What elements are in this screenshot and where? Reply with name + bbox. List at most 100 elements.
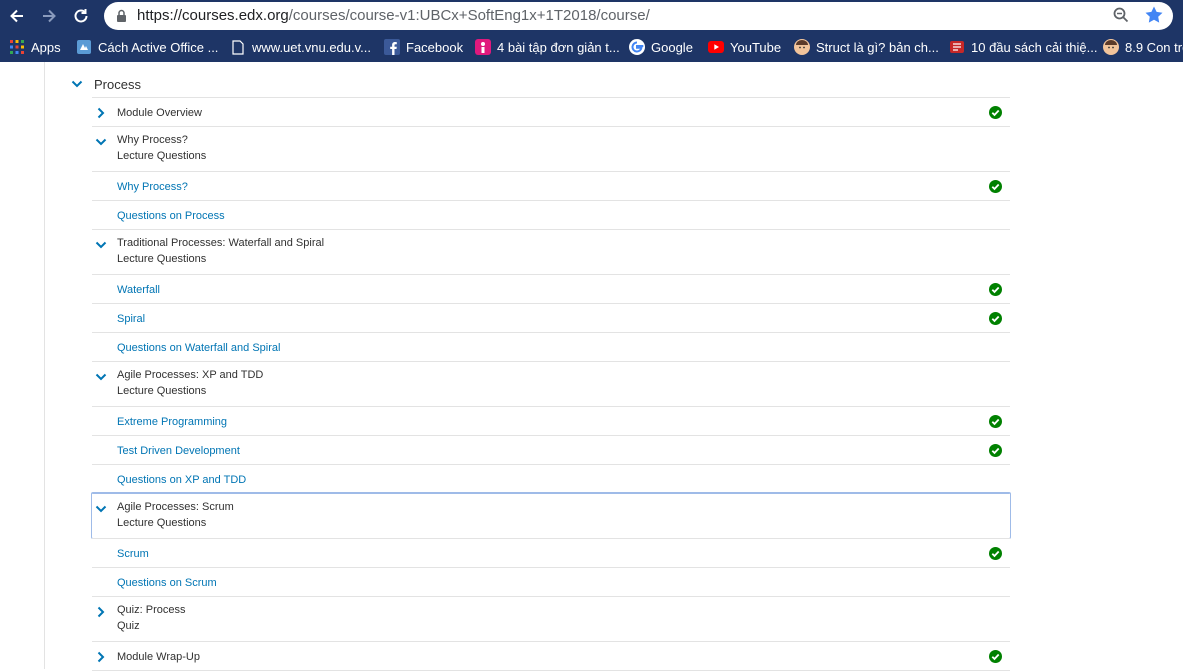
section-title: Process <box>94 76 141 92</box>
outline-lesson-link[interactable]: Questions on Waterfall and Spiral <box>92 332 1010 361</box>
lesson-title: Scrum <box>117 548 149 560</box>
bookmark-label: Google <box>651 39 693 55</box>
book-icon <box>949 39 965 55</box>
check-circle-icon <box>989 283 1002 296</box>
outline-subsection[interactable]: Agile Processes: XP and TDD Lecture Quest… <box>92 361 1010 406</box>
lesson-title: Questions on Scrum <box>117 577 217 589</box>
bookmark-label: www.uet.vnu.edu.v... <box>252 39 371 55</box>
bookmark-10-dau-sach[interactable]: 10 đầu sách cải thiệ... <box>949 39 1097 55</box>
subsection-subtitle: Lecture Questions <box>117 150 207 162</box>
bookmark-label: Struct là gì? bản ch... <box>816 39 939 55</box>
content-border <box>44 62 45 669</box>
page-icon <box>230 39 246 55</box>
chevron-right-icon <box>94 605 108 619</box>
chevron-down-icon <box>94 135 108 149</box>
bookmark-youtube[interactable]: YouTube <box>708 39 781 55</box>
lesson-title: Waterfall <box>117 284 160 296</box>
subsection-subtitle: Quiz <box>117 620 140 632</box>
check-circle-icon <box>989 312 1002 325</box>
check-circle-icon <box>989 106 1002 119</box>
outline-subsection[interactable]: Why Process? Lecture Questions <box>92 126 1010 171</box>
url-host: https://courses.edx.org <box>137 7 289 24</box>
outline-list: Module Overview Why Process? Lecture Quest… <box>91 97 1011 671</box>
course-outline-page: Process Module Overview Why Process? Lectu… <box>0 62 1183 671</box>
subsection-title: Traditional Processes: Waterfall and Spi… <box>117 237 325 249</box>
subsection-title: Module Wrap-Up <box>117 651 200 663</box>
lesson-title: Test Driven Development <box>117 445 240 457</box>
check-circle-icon <box>989 415 1002 428</box>
chevron-right-icon <box>94 650 108 664</box>
office-icon <box>76 39 92 55</box>
bookmark-star-icon[interactable] <box>1144 5 1164 25</box>
bookmark-label: YouTube <box>730 39 782 55</box>
arrow-left-icon <box>10 9 23 23</box>
bookmark-google[interactable]: Google <box>629 39 693 55</box>
bookmarks-bar: Apps Cách Active Office ... www.uet.vnu.… <box>0 32 1183 62</box>
outline-lesson-link[interactable]: Questions on XP and TDD <box>92 464 1010 493</box>
check-circle-icon <box>989 444 1002 457</box>
url-path: /courses/course-v1:UBCx+SoftEng1x+1T2018… <box>288 7 650 24</box>
bookmark-facebook[interactable]: Facebook <box>384 39 463 55</box>
outline-subsection[interactable]: Module Overview <box>92 97 1010 126</box>
check-circle-icon <box>989 547 1002 560</box>
outline-subsection[interactable]: Quiz: Process Quiz <box>92 596 1010 641</box>
outline-subsection[interactable]: Traditional Processes: Waterfall and Spi… <box>92 229 1010 274</box>
subsection-title: Agile Processes: XP and TDD <box>117 369 264 381</box>
outline-lesson-link[interactable]: Scrum <box>92 538 1010 567</box>
lesson-title: Questions on Process <box>117 210 225 222</box>
outline-lesson-link[interactable]: Extreme Programming <box>92 406 1010 435</box>
lesson-title: Why Process? <box>117 181 188 193</box>
bookmark-label: 8.9 Con trỏ <box>1125 39 1183 55</box>
chevron-down-icon <box>94 370 108 384</box>
outline-lesson-link[interactable]: Spiral <box>92 303 1010 332</box>
reload-icon <box>74 9 88 23</box>
lesson-title: Questions on XP and TDD <box>117 474 247 486</box>
lesson-title: Extreme Programming <box>117 416 228 428</box>
section-process[interactable]: Process <box>70 74 141 94</box>
bookmark-office[interactable]: Cách Active Office ... <box>76 39 218 55</box>
lesson-title: Spiral <box>117 313 146 325</box>
facebook-icon <box>384 39 400 55</box>
check-circle-icon <box>989 650 1002 663</box>
bookmark-bai-tap[interactable]: 4 bài tập đơn giản t... <box>475 39 620 55</box>
url-text: https://courses.edx.org/courses/course-v… <box>137 7 650 24</box>
arrow-right-icon <box>43 9 56 23</box>
bookmark-label: Apps <box>31 39 61 55</box>
lock-icon <box>117 9 126 22</box>
subsection-title: Quiz: Process <box>117 604 186 616</box>
bookmark-struct[interactable]: Struct là gì? bản ch... <box>794 39 939 55</box>
chevron-down-icon <box>94 238 108 252</box>
forward-button[interactable] <box>37 4 61 28</box>
outline-subsection[interactable]: Agile Processes: Scrum Lecture Questions <box>91 492 1011 539</box>
check-circle-icon <box>989 180 1002 193</box>
bookmark-con-tro[interactable]: 8.9 Con trỏ <box>1103 39 1183 55</box>
browser-toolbar: https://courses.edx.org/courses/course-v… <box>0 0 1183 32</box>
subsection-title: Why Process? <box>117 134 188 146</box>
outline-lesson-link[interactable]: Questions on Process <box>92 200 1010 229</box>
address-bar[interactable]: https://courses.edx.org/courses/course-v… <box>104 2 1173 30</box>
subsection-subtitle: Lecture Questions <box>117 517 207 529</box>
chevron-right-icon <box>94 106 108 120</box>
subsection-subtitle: Lecture Questions <box>117 253 207 265</box>
chevron-down-icon <box>94 502 108 516</box>
bookmark-uet[interactable]: www.uet.vnu.edu.v... <box>230 39 371 55</box>
subsection-title: Module Overview <box>117 107 202 119</box>
bookmark-label: 4 bài tập đơn giản t... <box>497 39 620 55</box>
outline-lesson-link[interactable]: Questions on Scrum <box>92 567 1010 596</box>
avatar-icon <box>794 39 810 55</box>
outline-lesson-link[interactable]: Why Process? <box>92 171 1010 200</box>
subsection-subtitle: Lecture Questions <box>117 385 207 397</box>
chevron-down-icon <box>70 77 84 91</box>
outline-lesson-link[interactable]: Waterfall <box>92 274 1010 303</box>
avatar-icon <box>1103 39 1119 55</box>
reload-button[interactable] <box>69 4 93 28</box>
back-button[interactable] <box>5 4 29 28</box>
outline-lesson-link[interactable]: Test Driven Development <box>92 435 1010 464</box>
apps-grid-icon <box>9 39 25 55</box>
bookmark-label: 10 đầu sách cải thiệ... <box>971 39 1098 55</box>
bookmark-apps[interactable]: Apps <box>9 39 61 55</box>
bookmark-label: Cách Active Office ... <box>98 39 219 55</box>
zoom-icon[interactable] <box>1112 6 1130 24</box>
outline-subsection[interactable]: Module Wrap-Up <box>92 641 1010 670</box>
google-icon <box>629 39 645 55</box>
